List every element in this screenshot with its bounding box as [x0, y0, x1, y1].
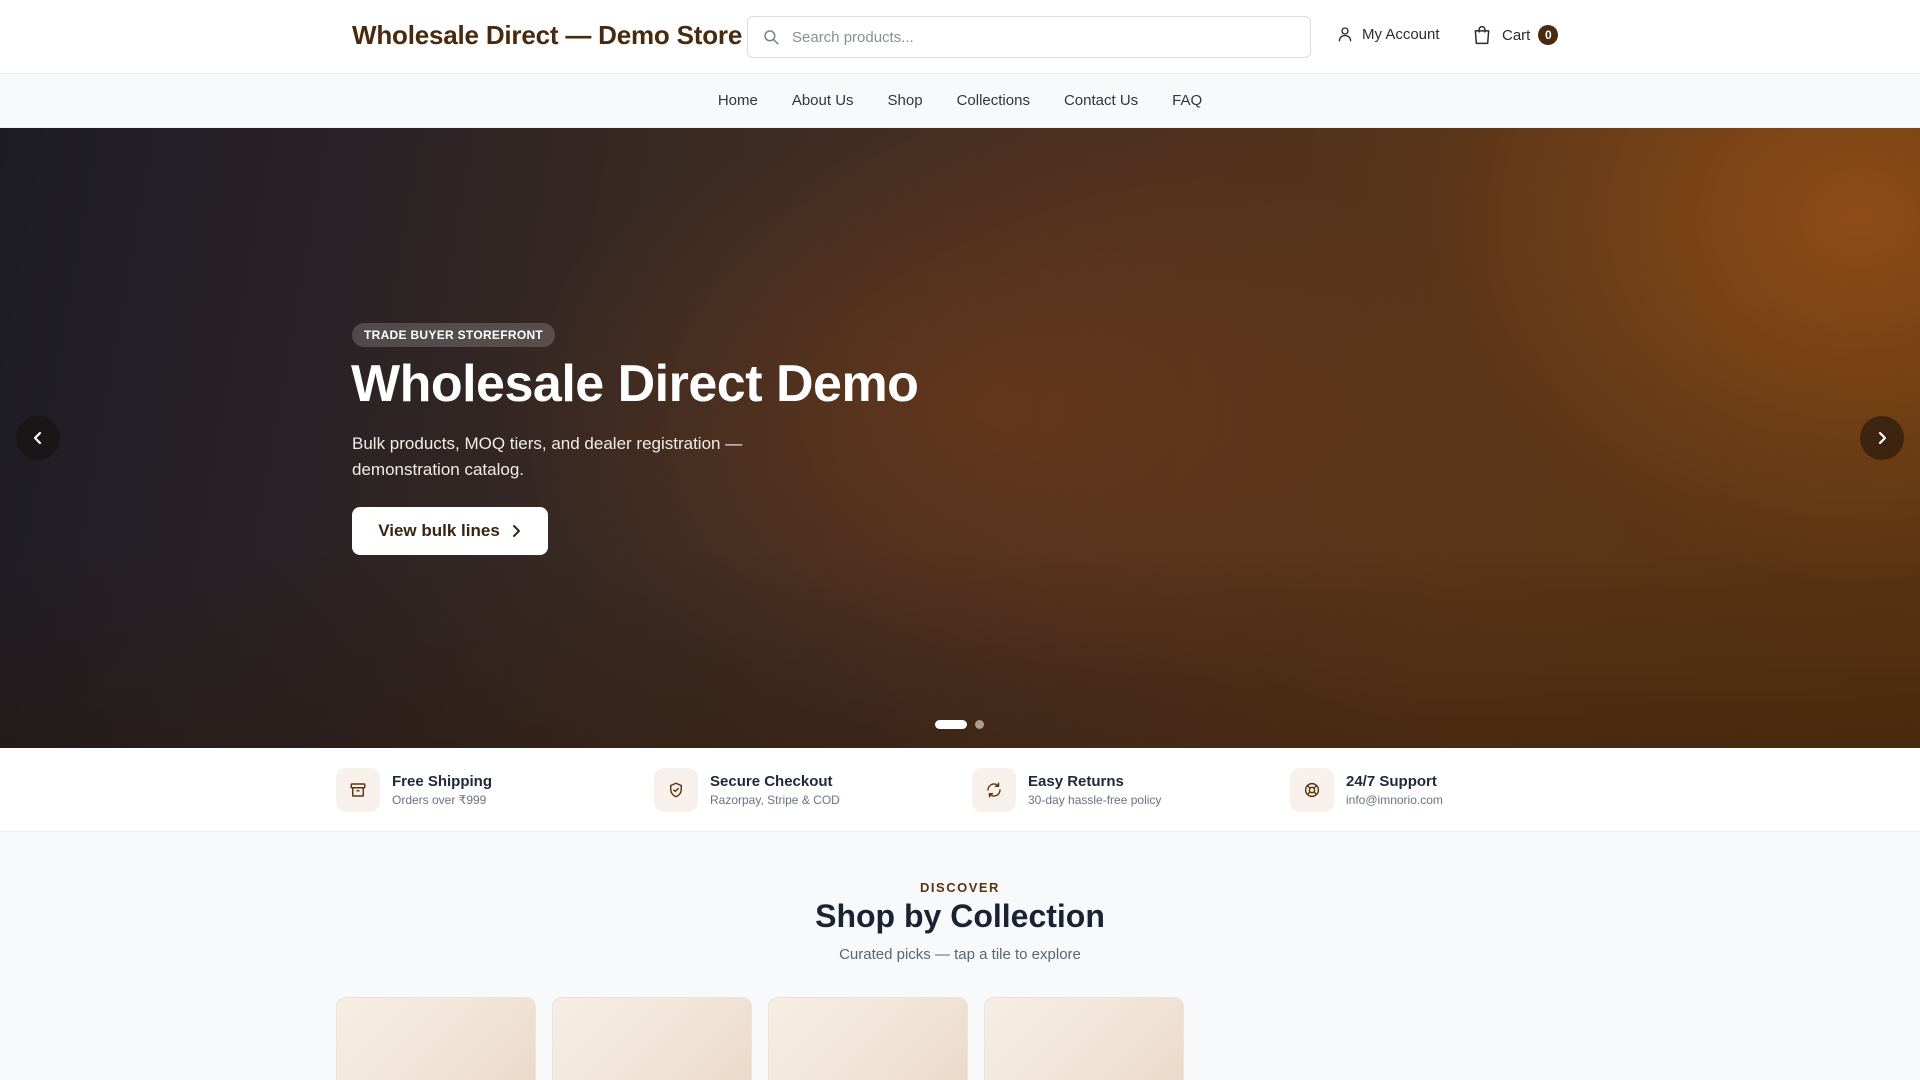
- carousel-next-button[interactable]: [1860, 416, 1904, 460]
- feature-secure-checkout: Secure Checkout Razorpay, Stripe & COD: [654, 768, 840, 812]
- refresh-icon: [972, 768, 1016, 812]
- feature-support: 24/7 Support info@imnorio.com: [1290, 768, 1443, 812]
- carousel-dot-2[interactable]: [975, 720, 984, 729]
- cart-link[interactable]: Cart 0: [1472, 24, 1559, 46]
- nav-item-shop[interactable]: Shop: [871, 92, 940, 109]
- carousel-dots: [935, 720, 984, 729]
- site-header: Wholesale Direct — Demo Store My Account…: [0, 0, 1920, 74]
- feature-title: Easy Returns: [1028, 773, 1124, 790]
- box-icon: [336, 768, 380, 812]
- feature-subtitle: info@imnorio.com: [1346, 793, 1443, 807]
- chevron-right-icon: [1878, 431, 1887, 445]
- feature-title: 24/7 Support: [1346, 773, 1437, 790]
- my-account-label: My Account: [1362, 25, 1440, 43]
- collection-tile[interactable]: [984, 997, 1184, 1080]
- collection-tile[interactable]: [768, 997, 968, 1080]
- nav-item-collections[interactable]: Collections: [940, 92, 1047, 109]
- search-input[interactable]: [792, 28, 1272, 46]
- nav-item-home[interactable]: Home: [701, 92, 775, 109]
- search-bar[interactable]: [747, 16, 1311, 58]
- feature-title: Free Shipping: [392, 773, 493, 790]
- feature-subtitle: Razorpay, Stripe & COD: [710, 793, 840, 807]
- user-icon: [1338, 27, 1352, 42]
- view-bulk-lines-label: View bulk lines: [378, 521, 500, 540]
- section-subtitle: Curated picks — tap a tile to explore: [839, 946, 1081, 963]
- hero-tag-badge: TRADE BUYER STOREFRONT: [352, 323, 556, 347]
- feature-subtitle: Orders over ₹999: [392, 793, 487, 807]
- hero-title: Wholesale Direct Demo: [351, 355, 919, 413]
- carousel-dot-1[interactable]: [935, 720, 967, 729]
- store-logo[interactable]: Wholesale Direct — Demo Store: [352, 20, 742, 51]
- hero-carousel: TRADE BUYER STOREFRONT Wholesale Direct …: [0, 128, 1920, 748]
- collection-tile[interactable]: [336, 997, 536, 1080]
- shopping-bag-icon: [1474, 25, 1490, 45]
- chevron-left-icon: [33, 431, 42, 445]
- feature-free-shipping: Free Shipping Orders over ₹999: [336, 768, 492, 812]
- cart-count-badge: 0: [1538, 25, 1559, 45]
- search-icon: [764, 30, 779, 45]
- my-account-link[interactable]: My Account: [1336, 25, 1440, 43]
- lifebuoy-icon: [1290, 768, 1334, 812]
- nav-item-faq[interactable]: FAQ: [1155, 92, 1219, 109]
- shield-check-icon: [654, 768, 698, 812]
- feature-subtitle: 30-day hassle-free policy: [1028, 793, 1162, 807]
- nav-item-contact-us[interactable]: Contact Us: [1047, 92, 1155, 109]
- section-eyebrow: DISCOVER: [920, 880, 1000, 895]
- feature-title: Secure Checkout: [710, 773, 833, 790]
- nav-item-about-us[interactable]: About Us: [775, 92, 871, 109]
- cart-label: Cart: [1502, 26, 1531, 44]
- feature-easy-returns: Easy Returns 30-day hassle-free policy: [972, 768, 1161, 812]
- carousel-prev-button[interactable]: [16, 416, 60, 460]
- main-nav: Home About Us Shop Collections Contact U…: [0, 74, 1920, 128]
- section-title: Shop by Collection: [815, 898, 1105, 934]
- hero-subtitle: Bulk products, MOQ tiers, and dealer reg…: [352, 434, 743, 479]
- collection-tile[interactable]: [552, 997, 752, 1080]
- feature-strip: Free Shipping Orders over ₹999 Secure Ch…: [0, 748, 1920, 832]
- chevron-right-icon: [512, 525, 520, 537]
- view-bulk-lines-button[interactable]: View bulk lines: [352, 507, 548, 555]
